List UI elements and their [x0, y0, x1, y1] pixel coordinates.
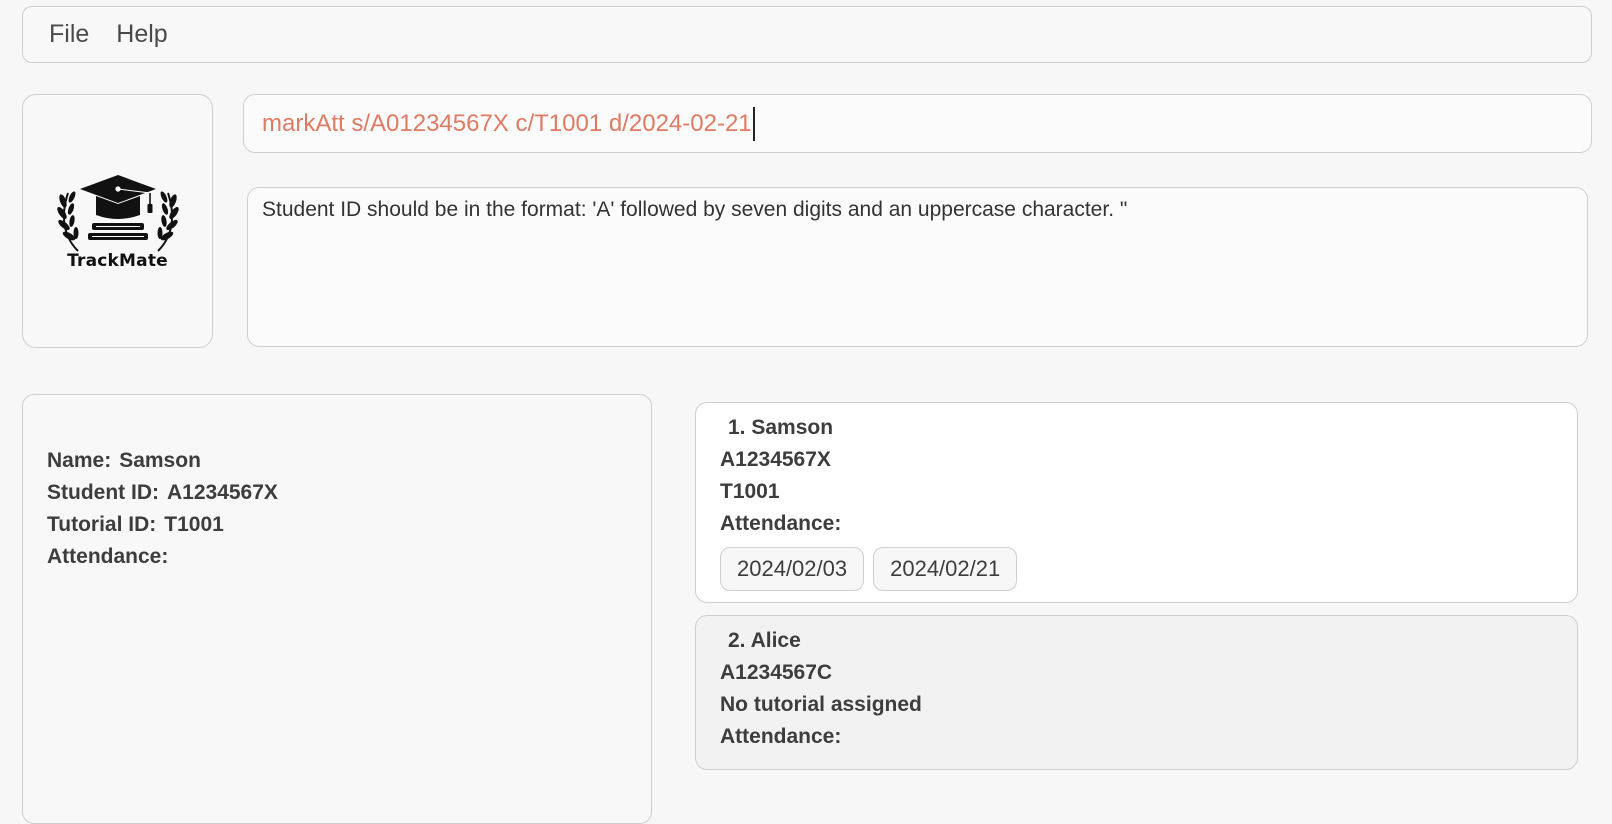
student-card-tutorial: No tutorial assigned [720, 693, 922, 716]
detail-student-id-value: A1234567X [166, 481, 278, 504]
detail-name-label: Name: [47, 449, 112, 472]
student-card-tutorial: T1001 [720, 480, 780, 503]
attendance-tag: 2024/02/21 [873, 547, 1018, 591]
graduation-cap-laurel-icon [56, 175, 179, 252]
student-list: 1. Samson A1234567X T1001 Attendance: 20… [695, 402, 1578, 782]
detail-name-value: Samson [119, 449, 201, 472]
student-card[interactable]: 1. Samson A1234567X T1001 Attendance: 20… [695, 402, 1578, 603]
logo-panel: TrackMate [22, 94, 213, 348]
detail-tutorial-id-row: Tutorial ID: T1001 [47, 509, 651, 541]
detail-student-id-row: Student ID: A1234567X [47, 477, 651, 509]
student-card-id: A1234567C [720, 661, 833, 684]
attendance-tags: 2024/02/03 2024/02/21 [720, 547, 1553, 591]
menu-file[interactable]: File [49, 20, 89, 49]
command-input[interactable]: markAtt s/A01234567X c/T1001 d/2024-02-2… [243, 94, 1592, 153]
student-card-attendance-label: Attendance: [720, 512, 842, 535]
text-caret [752, 106, 755, 141]
detail-tutorial-id-label: Tutorial ID: [47, 513, 157, 536]
detail-name-row: Name: Samson [47, 445, 651, 477]
menu-bar: File Help [22, 6, 1592, 63]
student-card-id: A1234567X [720, 448, 831, 471]
menu-help[interactable]: Help [116, 20, 167, 49]
student-detail-panel: Name: Samson Student ID: A1234567X Tutoria… [22, 394, 652, 824]
result-message: Student ID should be in the format: 'A' … [262, 198, 1128, 221]
student-card-attendance-label: Attendance: [720, 725, 842, 748]
attendance-tag: 2024/02/03 [720, 547, 865, 591]
command-input-text: markAtt s/A01234567X c/T1001 d/2024-02-2… [262, 109, 752, 137]
detail-student-id-label: Student ID: [47, 481, 159, 504]
result-display[interactable]: Student ID should be in the format: 'A' … [247, 187, 1588, 347]
student-card-name: 1. Samson [728, 416, 834, 439]
logo-text: TrackMate [67, 251, 168, 271]
student-card-name: 2. Alice [728, 629, 801, 652]
student-card[interactable]: 2. Alice A1234567C No tutorial assigned … [695, 615, 1578, 770]
detail-tutorial-id-value: T1001 [164, 513, 224, 536]
detail-attendance-label: Attendance: [47, 545, 169, 568]
